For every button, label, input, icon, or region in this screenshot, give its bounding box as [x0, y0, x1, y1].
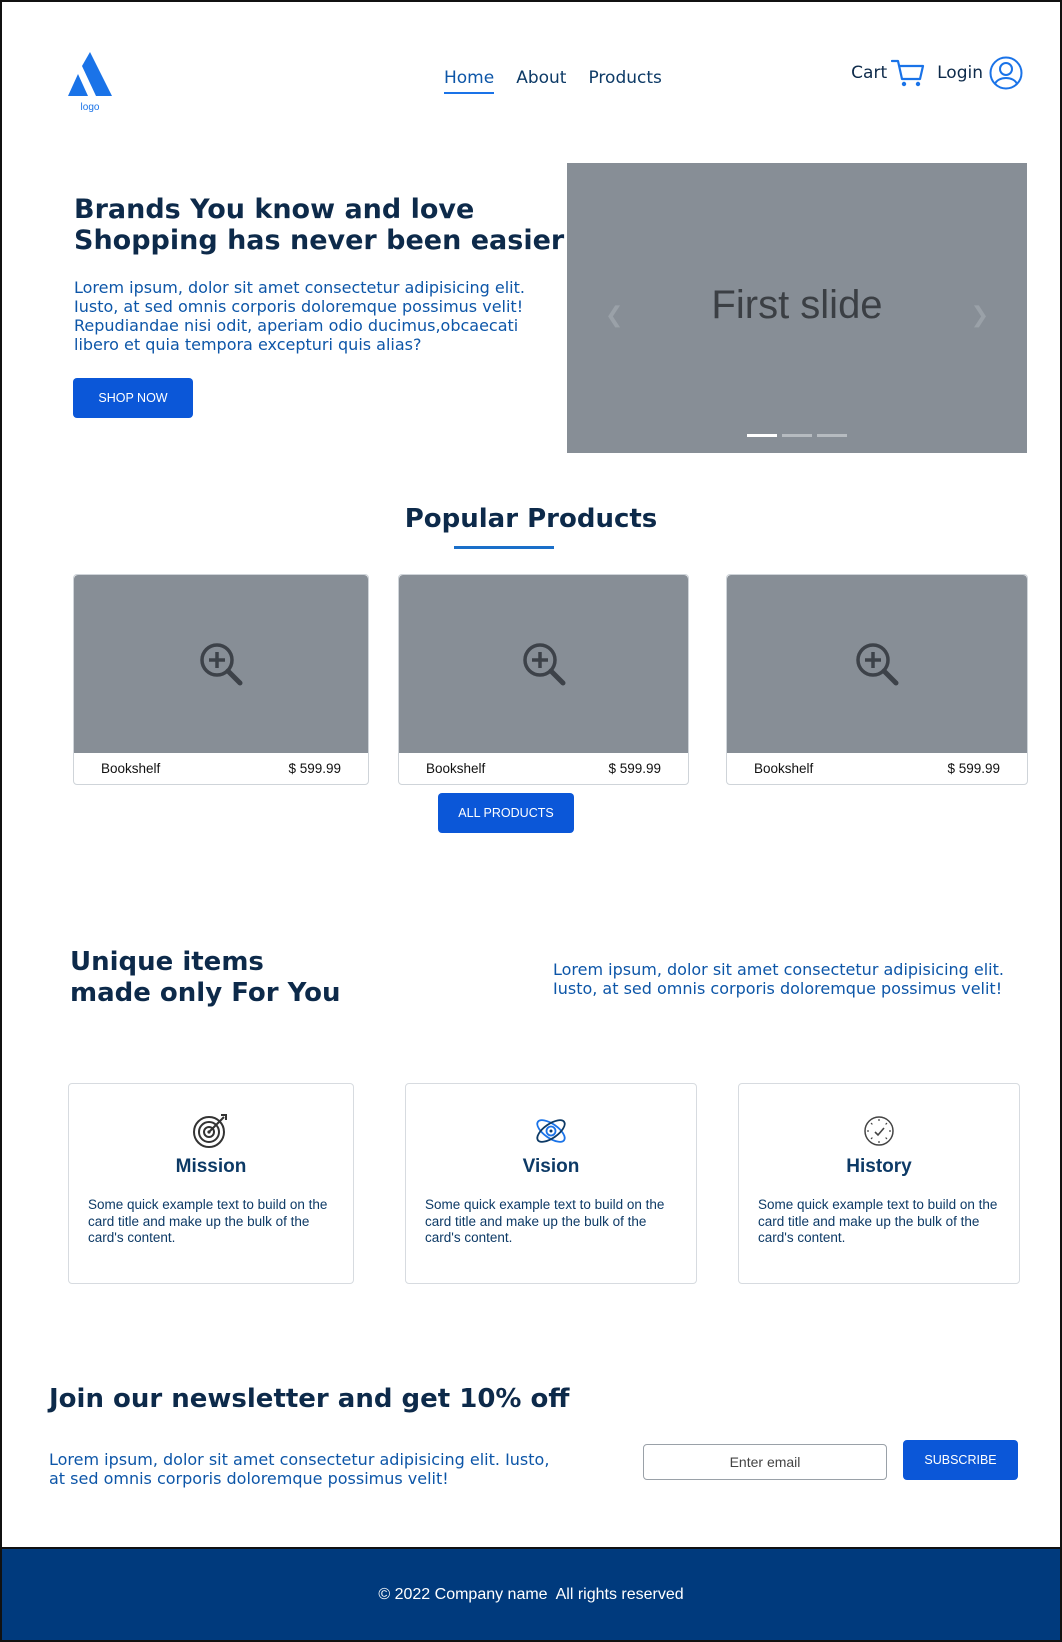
page: logo Home About Products Cart Login Bran…	[0, 0, 1062, 1642]
product-price: $ 599.99	[947, 761, 1000, 776]
carousel: First slide ❮ ❯	[567, 163, 1027, 453]
user-icon	[989, 56, 1023, 90]
product-name: Bookshelf	[101, 761, 161, 776]
login-label: Login	[937, 63, 983, 83]
hero-title-line1: Brands You know and love	[74, 194, 475, 225]
card-text: Some quick example text to build on the …	[425, 1197, 665, 1245]
nav-home[interactable]: Home	[444, 68, 495, 94]
card-text: Some quick example text to build on the …	[88, 1197, 328, 1245]
newsletter-text: Lorem ipsum, dolor sit amet consectetur …	[49, 1450, 550, 1488]
card-title: Mission	[175, 1156, 247, 1177]
atom-icon	[536, 1119, 566, 1143]
product-price: $ 599.99	[288, 761, 341, 776]
mission-card: Mission Some quick example text to build…	[68, 1083, 354, 1284]
vision-card: Vision Some quick example text to build …	[405, 1083, 697, 1284]
zoom-in-icon[interactable]	[854, 641, 900, 687]
footer-text: © 2022 Company name All rights reserved	[378, 1585, 684, 1603]
all-products-button[interactable]: ALL PRODUCTS	[438, 793, 574, 833]
unique-title: Unique items made only For You	[70, 947, 340, 1009]
main-nav: Home About Products	[444, 68, 662, 94]
target-icon	[193, 1114, 227, 1148]
clock-icon	[864, 1116, 894, 1146]
product-info: Bookshelf $ 599.99	[399, 753, 688, 776]
footer: © 2022 Company name All rights reserved	[2, 1547, 1060, 1640]
carousel-indicators	[567, 434, 1027, 437]
unique-title-line2: made only For You	[70, 978, 341, 1008]
carousel-indicator[interactable]	[817, 434, 847, 437]
hero-title: Brands You know and love Shopping has ne…	[74, 194, 564, 256]
logo-icon	[68, 52, 112, 96]
chevron-right-icon[interactable]: ❯	[971, 303, 989, 328]
unique-title-line1: Unique items	[70, 947, 264, 977]
product-price: $ 599.99	[608, 761, 661, 776]
product-name: Bookshelf	[754, 761, 814, 776]
shop-now-button[interactable]: SHOP NOW	[73, 378, 193, 418]
login-link[interactable]: Login	[937, 56, 1023, 90]
card-text: Some quick example text to build on the …	[758, 1197, 998, 1245]
zoom-in-icon[interactable]	[521, 641, 567, 687]
cart-link[interactable]: Cart	[851, 58, 925, 88]
product-image	[399, 575, 688, 753]
product-info: Bookshelf $ 599.99	[74, 753, 368, 776]
product-card[interactable]: Bookshelf $ 599.99	[726, 574, 1028, 785]
chevron-left-icon[interactable]: ❮	[605, 303, 623, 328]
popular-title: Popular Products	[404, 504, 658, 534]
product-info: Bookshelf $ 599.99	[727, 753, 1027, 776]
product-card[interactable]: Bookshelf $ 599.99	[73, 574, 369, 785]
email-input[interactable]	[643, 1444, 887, 1480]
carousel-indicator[interactable]	[782, 434, 812, 437]
cart-label: Cart	[851, 63, 888, 83]
zoom-in-icon[interactable]	[198, 641, 244, 687]
product-name: Bookshelf	[426, 761, 486, 776]
history-card: History Some quick example text to build…	[738, 1083, 1020, 1284]
unique-text: Lorem ipsum, dolor sit amet consectetur …	[553, 960, 1004, 998]
user-area: Cart Login	[851, 56, 1023, 90]
product-card[interactable]: Bookshelf $ 599.99	[398, 574, 689, 785]
nav-products[interactable]: Products	[588, 68, 661, 94]
cart-icon	[891, 59, 925, 87]
subscribe-button[interactable]: SUBSCRIBE	[903, 1440, 1018, 1480]
hero-text: Lorem ipsum, dolor sit amet consectetur …	[74, 278, 525, 354]
card-title: History	[846, 1156, 912, 1177]
logo-text: logo	[80, 102, 100, 113]
newsletter-title: Join our newsletter and get 10% off	[49, 1384, 570, 1414]
nav-about[interactable]: About	[516, 68, 566, 94]
product-image	[74, 575, 368, 753]
hero-title-line2: Shopping has never been easier	[74, 225, 565, 256]
title-underline	[454, 546, 554, 549]
product-image	[727, 575, 1027, 753]
slide-label: First slide	[711, 283, 883, 327]
carousel-indicator[interactable]	[747, 434, 777, 437]
logo[interactable]: logo	[65, 50, 115, 113]
card-title: Vision	[522, 1156, 580, 1177]
